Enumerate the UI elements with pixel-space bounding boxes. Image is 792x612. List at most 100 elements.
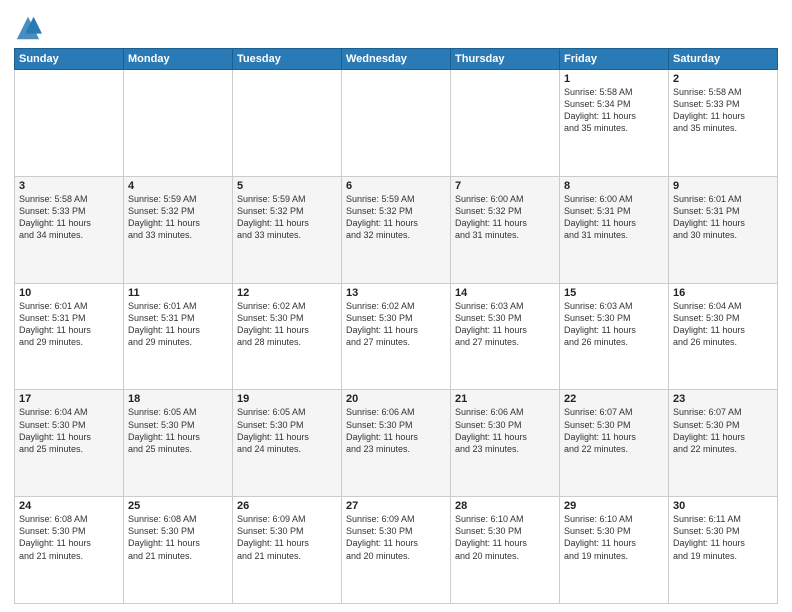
day-number: 26	[237, 500, 337, 512]
day-info: Sunrise: 6:08 AM Sunset: 5:30 PM Dayligh…	[19, 513, 119, 562]
weekday-monday: Monday	[124, 49, 233, 70]
day-number: 11	[128, 287, 228, 299]
day-number: 17	[19, 393, 119, 405]
day-cell: 8Sunrise: 6:00 AM Sunset: 5:31 PM Daylig…	[560, 176, 669, 283]
day-info: Sunrise: 6:04 AM Sunset: 5:30 PM Dayligh…	[19, 406, 119, 455]
day-number: 12	[237, 287, 337, 299]
day-number: 18	[128, 393, 228, 405]
day-number: 14	[455, 287, 555, 299]
day-number: 25	[128, 500, 228, 512]
day-cell: 6Sunrise: 5:59 AM Sunset: 5:32 PM Daylig…	[342, 176, 451, 283]
day-number: 27	[346, 500, 446, 512]
week-row-1: 3Sunrise: 5:58 AM Sunset: 5:33 PM Daylig…	[15, 176, 778, 283]
day-info: Sunrise: 6:07 AM Sunset: 5:30 PM Dayligh…	[564, 406, 664, 455]
day-number: 2	[673, 73, 773, 85]
day-cell: 9Sunrise: 6:01 AM Sunset: 5:31 PM Daylig…	[669, 176, 778, 283]
day-cell: 1Sunrise: 5:58 AM Sunset: 5:34 PM Daylig…	[560, 70, 669, 177]
day-info: Sunrise: 6:04 AM Sunset: 5:30 PM Dayligh…	[673, 300, 773, 349]
day-info: Sunrise: 6:07 AM Sunset: 5:30 PM Dayligh…	[673, 406, 773, 455]
day-cell	[233, 70, 342, 177]
day-cell: 2Sunrise: 5:58 AM Sunset: 5:33 PM Daylig…	[669, 70, 778, 177]
day-cell: 22Sunrise: 6:07 AM Sunset: 5:30 PM Dayli…	[560, 390, 669, 497]
day-number: 6	[346, 180, 446, 192]
day-cell	[124, 70, 233, 177]
day-number: 24	[19, 500, 119, 512]
week-row-3: 17Sunrise: 6:04 AM Sunset: 5:30 PM Dayli…	[15, 390, 778, 497]
day-number: 10	[19, 287, 119, 299]
day-cell: 17Sunrise: 6:04 AM Sunset: 5:30 PM Dayli…	[15, 390, 124, 497]
page: SundayMondayTuesdayWednesdayThursdayFrid…	[0, 0, 792, 612]
day-cell: 21Sunrise: 6:06 AM Sunset: 5:30 PM Dayli…	[451, 390, 560, 497]
day-cell: 26Sunrise: 6:09 AM Sunset: 5:30 PM Dayli…	[233, 497, 342, 604]
day-info: Sunrise: 6:01 AM Sunset: 5:31 PM Dayligh…	[128, 300, 228, 349]
header	[14, 10, 778, 42]
day-info: Sunrise: 6:01 AM Sunset: 5:31 PM Dayligh…	[19, 300, 119, 349]
day-info: Sunrise: 5:58 AM Sunset: 5:33 PM Dayligh…	[19, 193, 119, 242]
day-cell: 14Sunrise: 6:03 AM Sunset: 5:30 PM Dayli…	[451, 283, 560, 390]
day-info: Sunrise: 6:06 AM Sunset: 5:30 PM Dayligh…	[455, 406, 555, 455]
day-cell: 19Sunrise: 6:05 AM Sunset: 5:30 PM Dayli…	[233, 390, 342, 497]
day-info: Sunrise: 6:00 AM Sunset: 5:32 PM Dayligh…	[455, 193, 555, 242]
day-cell: 18Sunrise: 6:05 AM Sunset: 5:30 PM Dayli…	[124, 390, 233, 497]
logo-icon	[14, 14, 42, 42]
day-number: 13	[346, 287, 446, 299]
week-row-0: 1Sunrise: 5:58 AM Sunset: 5:34 PM Daylig…	[15, 70, 778, 177]
day-cell: 20Sunrise: 6:06 AM Sunset: 5:30 PM Dayli…	[342, 390, 451, 497]
day-info: Sunrise: 6:03 AM Sunset: 5:30 PM Dayligh…	[564, 300, 664, 349]
day-info: Sunrise: 6:05 AM Sunset: 5:30 PM Dayligh…	[237, 406, 337, 455]
day-info: Sunrise: 6:09 AM Sunset: 5:30 PM Dayligh…	[237, 513, 337, 562]
day-number: 8	[564, 180, 664, 192]
day-number: 4	[128, 180, 228, 192]
day-cell: 11Sunrise: 6:01 AM Sunset: 5:31 PM Dayli…	[124, 283, 233, 390]
day-info: Sunrise: 6:02 AM Sunset: 5:30 PM Dayligh…	[346, 300, 446, 349]
day-number: 3	[19, 180, 119, 192]
day-info: Sunrise: 5:58 AM Sunset: 5:34 PM Dayligh…	[564, 86, 664, 135]
week-row-4: 24Sunrise: 6:08 AM Sunset: 5:30 PM Dayli…	[15, 497, 778, 604]
day-cell: 5Sunrise: 5:59 AM Sunset: 5:32 PM Daylig…	[233, 176, 342, 283]
weekday-thursday: Thursday	[451, 49, 560, 70]
day-info: Sunrise: 6:10 AM Sunset: 5:30 PM Dayligh…	[564, 513, 664, 562]
day-info: Sunrise: 6:08 AM Sunset: 5:30 PM Dayligh…	[128, 513, 228, 562]
logo	[14, 14, 44, 42]
day-cell: 12Sunrise: 6:02 AM Sunset: 5:30 PM Dayli…	[233, 283, 342, 390]
day-number: 21	[455, 393, 555, 405]
day-cell	[15, 70, 124, 177]
day-cell: 24Sunrise: 6:08 AM Sunset: 5:30 PM Dayli…	[15, 497, 124, 604]
weekday-friday: Friday	[560, 49, 669, 70]
weekday-wednesday: Wednesday	[342, 49, 451, 70]
day-cell: 30Sunrise: 6:11 AM Sunset: 5:30 PM Dayli…	[669, 497, 778, 604]
day-info: Sunrise: 5:59 AM Sunset: 5:32 PM Dayligh…	[346, 193, 446, 242]
day-number: 29	[564, 500, 664, 512]
weekday-header-row: SundayMondayTuesdayWednesdayThursdayFrid…	[15, 49, 778, 70]
day-info: Sunrise: 6:02 AM Sunset: 5:30 PM Dayligh…	[237, 300, 337, 349]
day-number: 16	[673, 287, 773, 299]
day-info: Sunrise: 6:03 AM Sunset: 5:30 PM Dayligh…	[455, 300, 555, 349]
day-cell	[342, 70, 451, 177]
day-cell: 13Sunrise: 6:02 AM Sunset: 5:30 PM Dayli…	[342, 283, 451, 390]
day-number: 5	[237, 180, 337, 192]
day-cell	[451, 70, 560, 177]
day-cell: 28Sunrise: 6:10 AM Sunset: 5:30 PM Dayli…	[451, 497, 560, 604]
day-cell: 29Sunrise: 6:10 AM Sunset: 5:30 PM Dayli…	[560, 497, 669, 604]
day-cell: 16Sunrise: 6:04 AM Sunset: 5:30 PM Dayli…	[669, 283, 778, 390]
day-number: 28	[455, 500, 555, 512]
day-info: Sunrise: 5:58 AM Sunset: 5:33 PM Dayligh…	[673, 86, 773, 135]
day-number: 7	[455, 180, 555, 192]
day-info: Sunrise: 5:59 AM Sunset: 5:32 PM Dayligh…	[128, 193, 228, 242]
day-number: 9	[673, 180, 773, 192]
day-info: Sunrise: 6:09 AM Sunset: 5:30 PM Dayligh…	[346, 513, 446, 562]
day-info: Sunrise: 6:05 AM Sunset: 5:30 PM Dayligh…	[128, 406, 228, 455]
day-number: 19	[237, 393, 337, 405]
weekday-sunday: Sunday	[15, 49, 124, 70]
day-cell: 3Sunrise: 5:58 AM Sunset: 5:33 PM Daylig…	[15, 176, 124, 283]
day-cell: 10Sunrise: 6:01 AM Sunset: 5:31 PM Dayli…	[15, 283, 124, 390]
calendar-table: SundayMondayTuesdayWednesdayThursdayFrid…	[14, 48, 778, 604]
weekday-saturday: Saturday	[669, 49, 778, 70]
day-number: 15	[564, 287, 664, 299]
day-info: Sunrise: 6:01 AM Sunset: 5:31 PM Dayligh…	[673, 193, 773, 242]
day-info: Sunrise: 5:59 AM Sunset: 5:32 PM Dayligh…	[237, 193, 337, 242]
week-row-2: 10Sunrise: 6:01 AM Sunset: 5:31 PM Dayli…	[15, 283, 778, 390]
day-info: Sunrise: 6:10 AM Sunset: 5:30 PM Dayligh…	[455, 513, 555, 562]
day-cell: 15Sunrise: 6:03 AM Sunset: 5:30 PM Dayli…	[560, 283, 669, 390]
day-info: Sunrise: 6:11 AM Sunset: 5:30 PM Dayligh…	[673, 513, 773, 562]
